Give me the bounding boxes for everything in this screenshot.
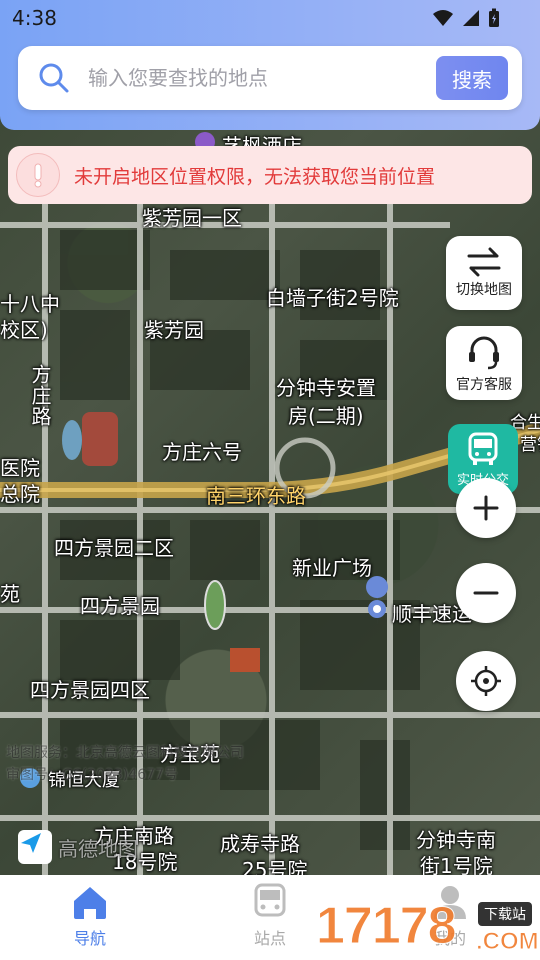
nav-tab-label: 导航 <box>73 929 106 948</box>
map-label[interactable]: 方庄六号 <box>162 436 242 465</box>
customer-service-button[interactable]: 官方客服 <box>446 326 522 400</box>
watermark-number: 17178 <box>316 897 458 956</box>
map-label[interactable]: 分钟寺南 <box>416 824 496 853</box>
plus-icon <box>473 495 499 521</box>
map-label[interactable]: 总院 <box>0 478 40 507</box>
nav-tab-navigation[interactable]: 导航 <box>0 875 180 960</box>
site-watermark: 17178 下载站 .COM <box>316 896 540 960</box>
map-label[interactable]: 成寿寺路 <box>220 828 300 857</box>
map-label[interactable]: 苑 <box>0 578 20 607</box>
header: 4:38 搜索 <box>0 0 540 130</box>
map-label[interactable]: 白墙子街2号院 <box>266 282 399 311</box>
search-input[interactable] <box>88 60 438 96</box>
zoom-out-button[interactable] <box>456 563 516 623</box>
search-icon <box>39 63 69 93</box>
attribution-line: 地图服务：北京高德云图科技有限公司 <box>6 745 244 761</box>
map-label[interactable]: 分钟寺安置 <box>276 372 376 401</box>
bus-icon <box>468 432 498 465</box>
map-label[interactable]: 四方景园二区 <box>54 532 174 561</box>
minus-icon <box>473 591 499 595</box>
swap-icon <box>467 247 501 277</box>
switch-map-label: 切换地图 <box>456 282 512 298</box>
watermark-badge: 下载站 <box>478 902 532 926</box>
watermark-domain: .COM <box>476 928 540 956</box>
map-label[interactable]: 四方景园四区 <box>30 674 150 703</box>
warning-text: 未开启地区位置权限，无法获取您当前位置 <box>74 165 436 188</box>
map-label[interactable]: 方庄路 <box>26 364 55 427</box>
nav-tab-label: 站点 <box>253 929 286 948</box>
map-label[interactable]: 四方景园 <box>80 590 160 619</box>
map-label[interactable]: 医院 <box>0 452 40 481</box>
status-icons <box>432 8 500 28</box>
switch-map-button[interactable]: 切换地图 <box>446 236 522 310</box>
map-label[interactable]: 校区) <box>0 314 48 343</box>
map-label[interactable]: 新业广场 <box>292 552 372 581</box>
map-label[interactable]: 十八中 <box>0 288 60 317</box>
status-time: 4:38 <box>12 6 57 30</box>
signal-icon <box>463 10 479 26</box>
headset-icon <box>469 336 499 370</box>
battery-icon <box>489 8 499 27</box>
map-label[interactable]: 街1号院 <box>420 850 493 875</box>
map-label[interactable]: 房(二期) <box>288 400 364 429</box>
map-logo: 高德地图 <box>18 830 138 864</box>
map-label[interactable]: 25号院 <box>242 854 307 875</box>
location-permission-warning[interactable]: 未开启地区位置权限，无法获取您当前位置 <box>8 146 532 204</box>
map-label[interactable]: 紫芳园 <box>144 314 204 343</box>
warning-icon <box>16 153 60 197</box>
status-bar: 4:38 <box>0 0 540 36</box>
map-attribution: 地图服务：北京高德云图科技有限公司 审图号：GS(2023)4677号 <box>6 742 386 786</box>
locate-button[interactable] <box>456 651 516 711</box>
zoom-in-button[interactable] <box>456 478 516 538</box>
amap-logo-icon <box>18 830 52 864</box>
map-label[interactable]: 紫芳园一区 <box>142 202 242 231</box>
home-icon <box>74 887 106 919</box>
logo-text: 高德地图 <box>58 836 138 861</box>
crosshair-icon <box>471 666 501 696</box>
attribution-line: 审图号：GS(2023)4677号 <box>6 767 178 783</box>
customer-service-label: 官方客服 <box>456 377 512 393</box>
map-label[interactable]: 营销 <box>520 430 540 455</box>
wifi-icon <box>433 10 453 26</box>
search-button[interactable]: 搜索 <box>436 56 508 100</box>
bus-stop-icon <box>254 883 286 917</box>
search-box: 搜索 <box>18 46 522 110</box>
map-label-road[interactable]: 南三环东路 <box>206 480 306 509</box>
